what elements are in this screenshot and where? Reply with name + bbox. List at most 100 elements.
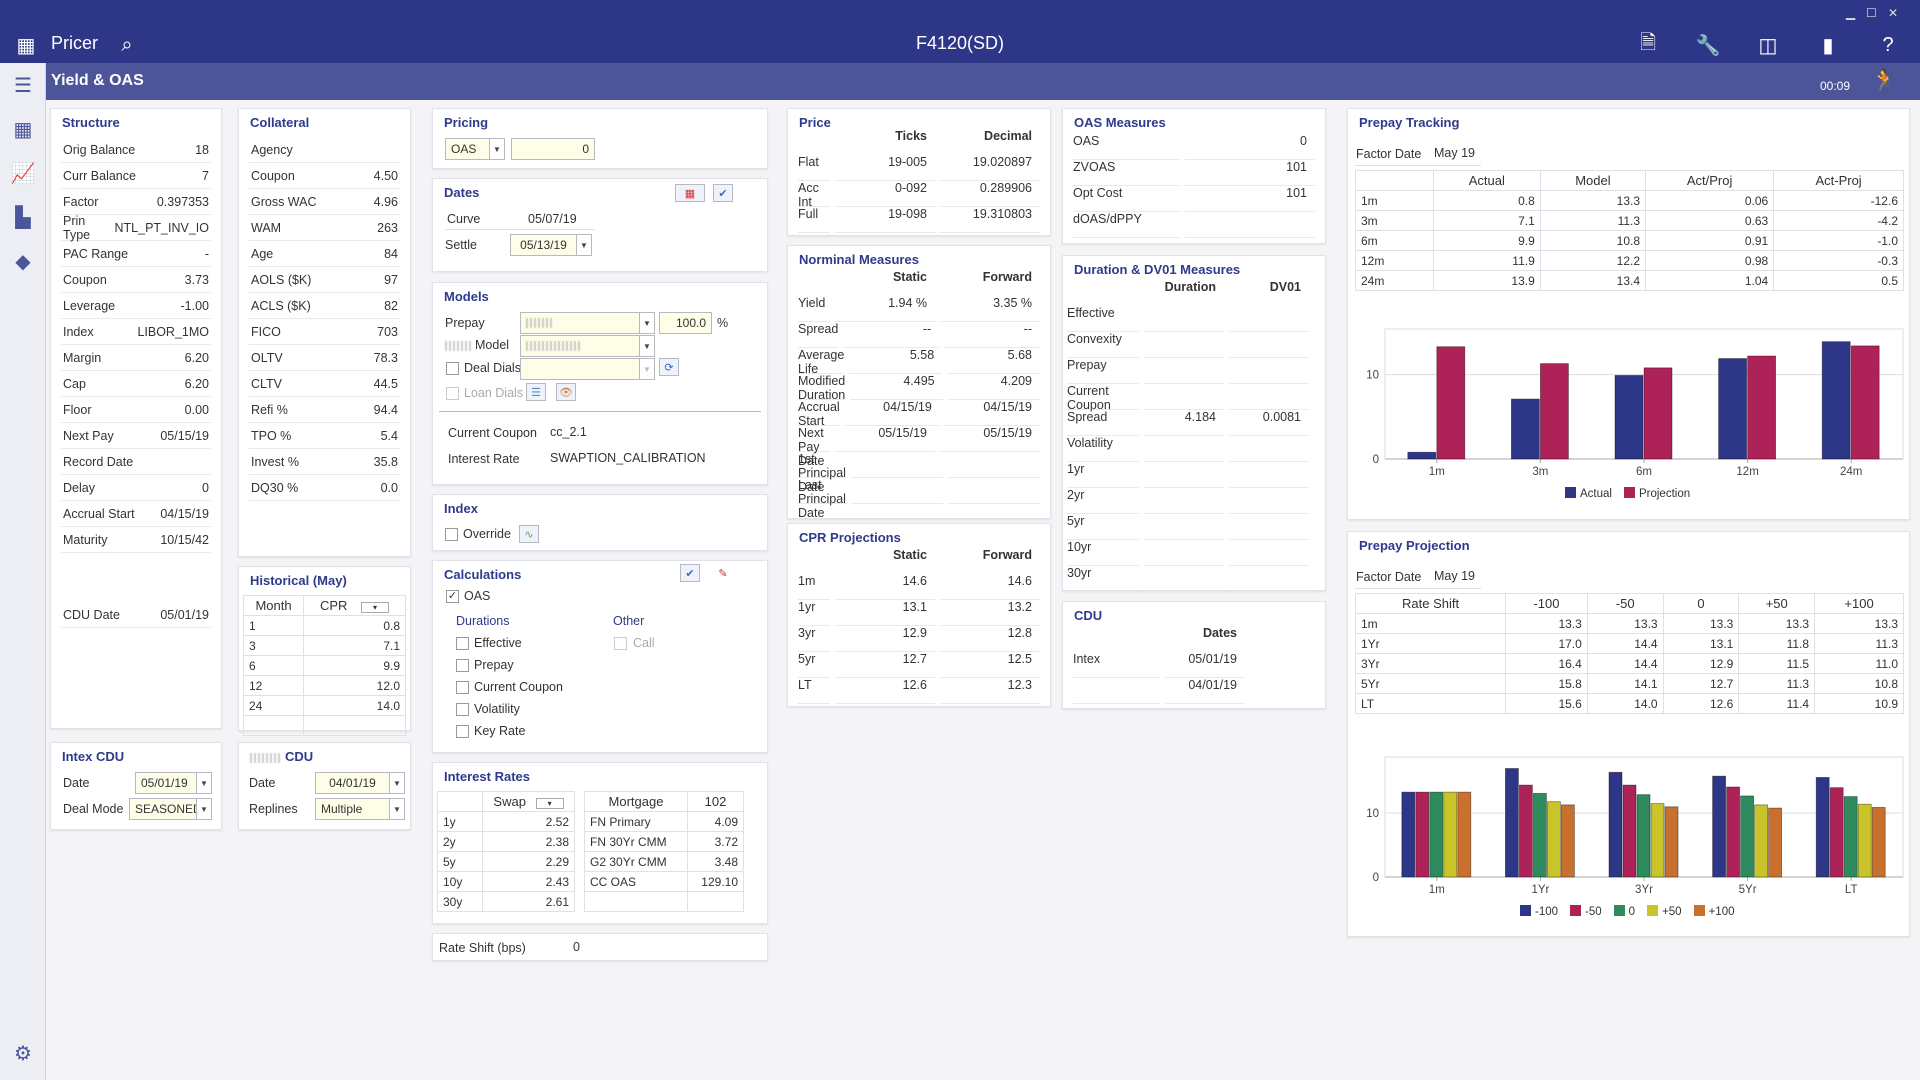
row-value: 44.5: [373, 376, 398, 391]
calculations-panel: Calculations ✔ ✎ ✓ OAS Durations Other E…: [432, 560, 768, 753]
refresh-icon[interactable]: ⟳: [659, 358, 679, 376]
swap-header[interactable]: Swap ▾: [482, 791, 575, 812]
table-row: Effective: [1067, 306, 1309, 332]
list-icon[interactable]: ☰: [526, 383, 546, 401]
calendar-icon[interactable]: ▦: [675, 184, 705, 202]
panel-title: Prepay Projection: [1359, 538, 1470, 553]
deal-mode-select[interactable]: SEASONED: [129, 798, 197, 820]
building-icon[interactable]: ▙: [9, 203, 37, 231]
vendor-model-dropdown[interactable]: ▼: [639, 335, 655, 357]
minimize-button[interactable]: ▁: [1846, 6, 1855, 20]
row-label: OAS: [1073, 134, 1180, 160]
oas-checkbox[interactable]: ✓: [446, 590, 459, 603]
row-value: LIBOR_1MO: [137, 324, 209, 339]
column-header: DV01: [1269, 280, 1301, 294]
row-value: 6.20: [184, 376, 209, 391]
structure-panel: Structure Orig Balance 18 Curr Balance 7 Fac…: [50, 108, 222, 729]
vendor-model-select[interactable]: [520, 335, 640, 357]
menu-icon[interactable]: ☰: [9, 71, 37, 99]
table-cell: CC OAS: [584, 871, 688, 892]
oas-table: OAS 0 ZVOAS 101 Opt Cost 101 dOAS/dPPY: [1073, 134, 1315, 238]
intex-date-input[interactable]: 05/01/19: [135, 772, 197, 794]
maximize-button[interactable]: ☐: [1866, 6, 1877, 20]
row-label: Refi %: [251, 402, 288, 417]
table-cell: 11.8: [1738, 633, 1816, 654]
close-button[interactable]: ✕: [1888, 6, 1898, 20]
wrench-icon[interactable]: 🔧: [1694, 31, 1722, 59]
duration-checkbox[interactable]: [456, 703, 469, 716]
deal-mode-dropdown[interactable]: ▼: [196, 798, 212, 820]
duration-checkbox[interactable]: [456, 659, 469, 672]
deal-dials-dropdown[interactable]: ▼: [639, 358, 655, 380]
settings-gear-icon[interactable]: ⚙: [9, 1039, 37, 1067]
table-cell: 14.0: [1586, 693, 1664, 714]
kv-row: Factor 0.397353: [61, 189, 211, 215]
settle-date-dropdown[interactable]: ▼: [576, 234, 592, 256]
select-all-icon[interactable]: ✔: [680, 564, 700, 582]
deal-dials-select[interactable]: [520, 358, 640, 380]
dashboard-icon[interactable]: ▦: [9, 115, 37, 143]
table-row: 1m 0.8 13.3 0.06 -12.6: [1355, 190, 1904, 211]
pricing-value-input[interactable]: 0: [511, 138, 595, 160]
pdf-icon[interactable]: 🗎: [1634, 31, 1662, 59]
eraser-icon[interactable]: ✎: [713, 564, 733, 582]
intex-date-dropdown[interactable]: ▼: [196, 772, 212, 794]
col-month: Month: [242, 595, 305, 616]
run-icon[interactable]: 🏃: [1871, 68, 1898, 94]
deal-dials-checkbox[interactable]: [446, 362, 459, 375]
table-cell: 13.3: [1662, 613, 1740, 634]
override-checkbox[interactable]: [445, 528, 458, 541]
curve-edit-icon[interactable]: ∿: [519, 525, 539, 543]
replines-dropdown[interactable]: ▼: [389, 798, 405, 820]
kv-row: Coupon 3.73: [61, 267, 211, 293]
row-label: Acc Int: [798, 181, 830, 209]
table-cell: 0.91: [1645, 230, 1775, 251]
shapes-icon[interactable]: ◆: [9, 247, 37, 275]
view-comment-icon[interactable]: 👁: [556, 383, 576, 401]
cdu-date-input[interactable]: 04/01/19: [315, 772, 390, 794]
duration-checkbox[interactable]: [456, 637, 469, 650]
rate-shift-value[interactable]: 0: [573, 940, 580, 954]
header-row: Static Forward: [798, 548, 1040, 574]
oas-label: OAS: [464, 589, 491, 603]
col-cpr[interactable]: CPR ▾: [303, 595, 406, 616]
cpr-dropdown[interactable]: ▾: [361, 602, 390, 613]
duration-checkbox[interactable]: [456, 725, 469, 738]
table-cell: LT: [1354, 693, 1507, 714]
row-label: AOLS ($K): [251, 272, 312, 287]
prepay-model-select[interactable]: [520, 312, 640, 334]
divider: [1355, 165, 1481, 166]
prepay-percent-input[interactable]: 100.0: [659, 312, 712, 334]
layout-icon[interactable]: ◫: [1754, 31, 1782, 59]
cdu-date-dropdown[interactable]: ▼: [389, 772, 405, 794]
swap-dropdown[interactable]: ▾: [535, 798, 564, 809]
row-value: 101: [1185, 160, 1315, 186]
search-icon[interactable]: ⌕: [113, 31, 141, 59]
table-row: 12m 11.9 12.2 0.98 -0.3: [1355, 250, 1904, 271]
replines-select[interactable]: Multiple: [315, 798, 390, 820]
save-file-icon[interactable]: ▮: [1814, 31, 1842, 59]
line-chart-icon[interactable]: 📈: [9, 159, 37, 187]
duration-label: Effective: [474, 636, 522, 650]
table-row: 30yr: [1067, 566, 1309, 592]
legend-label: -50: [1585, 906, 1602, 918]
prepay-model-dropdown[interactable]: ▼: [639, 312, 655, 334]
pricing-type-select[interactable]: OAS: [445, 138, 490, 160]
pricing-type-dropdown[interactable]: ▼: [489, 138, 505, 160]
row-value: 5.58: [849, 348, 943, 374]
row-value: 10/15/42: [160, 532, 209, 547]
app-grid-icon[interactable]: ▦: [12, 31, 40, 59]
legend-label: +50: [1662, 906, 1682, 918]
duration-checkbox[interactable]: [456, 681, 469, 694]
swap-header-label: Swap: [493, 794, 526, 809]
settle-date-input[interactable]: 05/13/19: [510, 234, 577, 256]
row-value: [1229, 306, 1309, 332]
kv-row: Orig Balance 18: [61, 137, 211, 163]
bar-0-1m: [1429, 791, 1444, 878]
check-icon[interactable]: ✔: [713, 184, 733, 202]
table-cell: 2y: [437, 831, 483, 852]
help-icon[interactable]: ?: [1874, 31, 1902, 59]
row-label: Invest %: [251, 454, 299, 469]
row-value: 05/15/19: [940, 426, 1040, 452]
row-value: 13.1: [835, 600, 935, 626]
